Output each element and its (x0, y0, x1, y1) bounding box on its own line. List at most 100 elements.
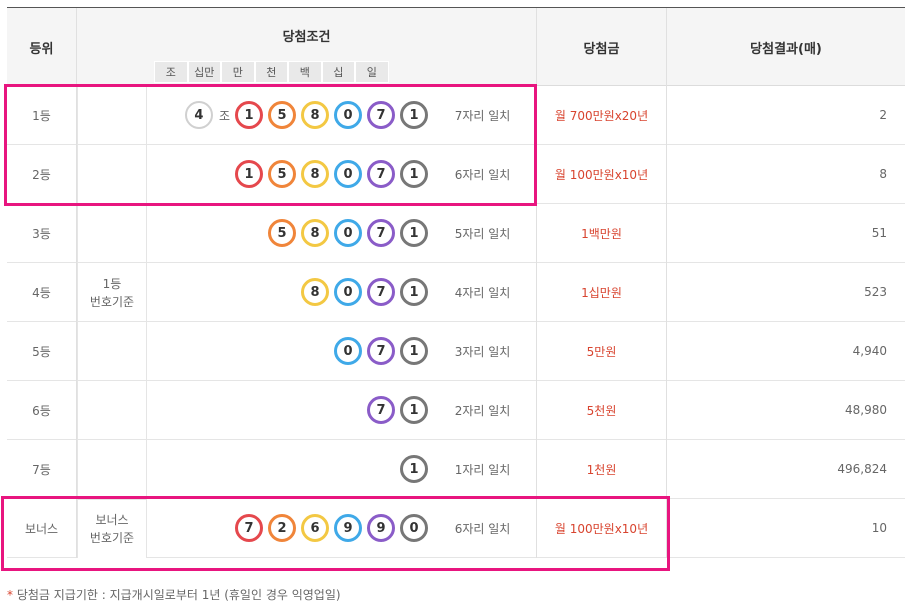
number-ball: 1 (400, 396, 428, 424)
result-count-cell: 2 (879, 108, 887, 122)
number-ball: 9 (334, 514, 362, 542)
number-ball: 7 (367, 337, 395, 365)
number-ball: 7 (235, 514, 263, 542)
digit-place-6: 일 (355, 61, 389, 83)
winning-number-cell: 158071 (147, 145, 428, 203)
digit-place-5: 십 (321, 61, 355, 83)
number-ball: 1 (400, 455, 428, 483)
number-ball: 5 (268, 101, 296, 129)
match-cell: 6자리 일치 (454, 521, 511, 536)
winning-number-cell: 71 (147, 381, 428, 439)
header-divider (76, 8, 77, 86)
jo-label: 조 (218, 108, 230, 123)
number-ball: 7 (367, 101, 395, 129)
rank-cell: 보너스 (24, 521, 59, 536)
column-divider (666, 499, 667, 558)
result-count-cell: 51 (871, 226, 887, 240)
winning-number-cell: 58071 (147, 204, 428, 262)
result-count-cell: 10 (871, 521, 887, 535)
number-ball: 1 (400, 101, 428, 129)
winning-number-cell: 726990 (147, 499, 428, 557)
number-ball: 8 (301, 160, 329, 188)
match-cell: 1자리 일치 (454, 462, 511, 477)
result-count-cell: 48,980 (845, 403, 887, 417)
rank-cell: 1등 (32, 108, 51, 123)
column-divider (666, 381, 667, 440)
match-cell: 3자리 일치 (454, 344, 511, 359)
prize-cell: 1십만원 (581, 285, 622, 300)
header-prize: 당첨금 (583, 41, 620, 57)
number-ball: 0 (334, 160, 362, 188)
digit-place-1: 십만 (187, 61, 221, 83)
result-count-cell: 4,940 (852, 344, 887, 358)
prize-cell: 5천원 (586, 403, 617, 418)
winning-number-cell: 1 (147, 440, 428, 498)
digit-place-2: 만 (221, 61, 255, 83)
number-ball: 0 (334, 101, 362, 129)
match-cell: 5자리 일치 (454, 226, 511, 241)
number-ball: 0 (400, 514, 428, 542)
match-cell: 4자리 일치 (454, 285, 511, 300)
number-ball: 0 (334, 337, 362, 365)
number-ball: 8 (301, 101, 329, 129)
number-ball: 1 (400, 278, 428, 306)
bonus-basis-label: 보너스 번호기준 (77, 499, 147, 558)
prize-cell: 1백만원 (581, 226, 622, 241)
basis-column-top (77, 86, 147, 145)
column-divider (536, 145, 537, 204)
header-rank: 등위 (29, 41, 54, 57)
column-divider (666, 145, 667, 204)
digit-place-3: 천 (254, 61, 288, 83)
number-ball: 6 (301, 514, 329, 542)
result-count-cell: 8 (879, 167, 887, 181)
column-divider (536, 499, 537, 558)
column-divider (536, 322, 537, 381)
prize-cell: 월 100만원x10년 (554, 521, 649, 536)
number-ball: 1 (400, 337, 428, 365)
column-divider (536, 86, 537, 145)
number-ball: 8 (301, 219, 329, 247)
number-ball: 5 (268, 160, 296, 188)
winning-number-cell: 4조158071 (147, 86, 428, 144)
number-ball: 1 (400, 160, 428, 188)
prize-cell: 월 100만원x10년 (554, 167, 649, 182)
number-ball: 0 (334, 219, 362, 247)
column-divider (536, 204, 537, 263)
number-ball: 0 (334, 278, 362, 306)
column-divider (536, 263, 537, 322)
prize-cell: 1천원 (586, 462, 617, 477)
winning-number-cell: 8071 (147, 263, 428, 321)
number-ball: 5 (268, 219, 296, 247)
rank-cell: 2등 (32, 167, 51, 182)
column-divider (666, 440, 667, 499)
rank-cell: 3등 (32, 226, 51, 241)
column-divider (536, 440, 537, 499)
column-divider (666, 86, 667, 145)
digit-place-header: 조 십만 만 천 백 십 일 (154, 61, 389, 83)
table-header: 등위 당첨조건 당첨금 당첨결과(매) 조 십만 만 천 백 십 일 (7, 7, 905, 86)
number-ball: 9 (367, 514, 395, 542)
first-basis-label: 1등 번호기준 (77, 86, 147, 499)
number-ball: 2 (268, 514, 296, 542)
payment-deadline-note: * 당첨금 지급기한 : 지급개시일로부터 1년 (휴일인 경우 익영업일) (7, 586, 341, 603)
match-cell: 2자리 일치 (454, 403, 511, 418)
digit-place-0: 조 (154, 61, 188, 83)
number-ball: 7 (367, 278, 395, 306)
number-ball: 7 (367, 396, 395, 424)
rank-cell: 6등 (32, 403, 51, 418)
header-divider (666, 8, 667, 86)
number-ball: 7 (367, 219, 395, 247)
match-cell: 6자리 일치 (454, 167, 511, 182)
digit-place-4: 백 (288, 61, 322, 83)
header-divider (536, 8, 537, 86)
result-count-cell: 523 (864, 285, 887, 299)
winning-number-cell: 071 (147, 322, 428, 380)
header-result: 당첨결과(매) (750, 41, 822, 57)
column-divider (666, 322, 667, 381)
number-ball: 1 (235, 101, 263, 129)
prize-cell: 월 700만원x20년 (554, 108, 649, 123)
number-ball: 1 (400, 219, 428, 247)
column-divider (666, 204, 667, 263)
number-ball: 8 (301, 278, 329, 306)
rank-cell: 4등 (32, 285, 51, 300)
